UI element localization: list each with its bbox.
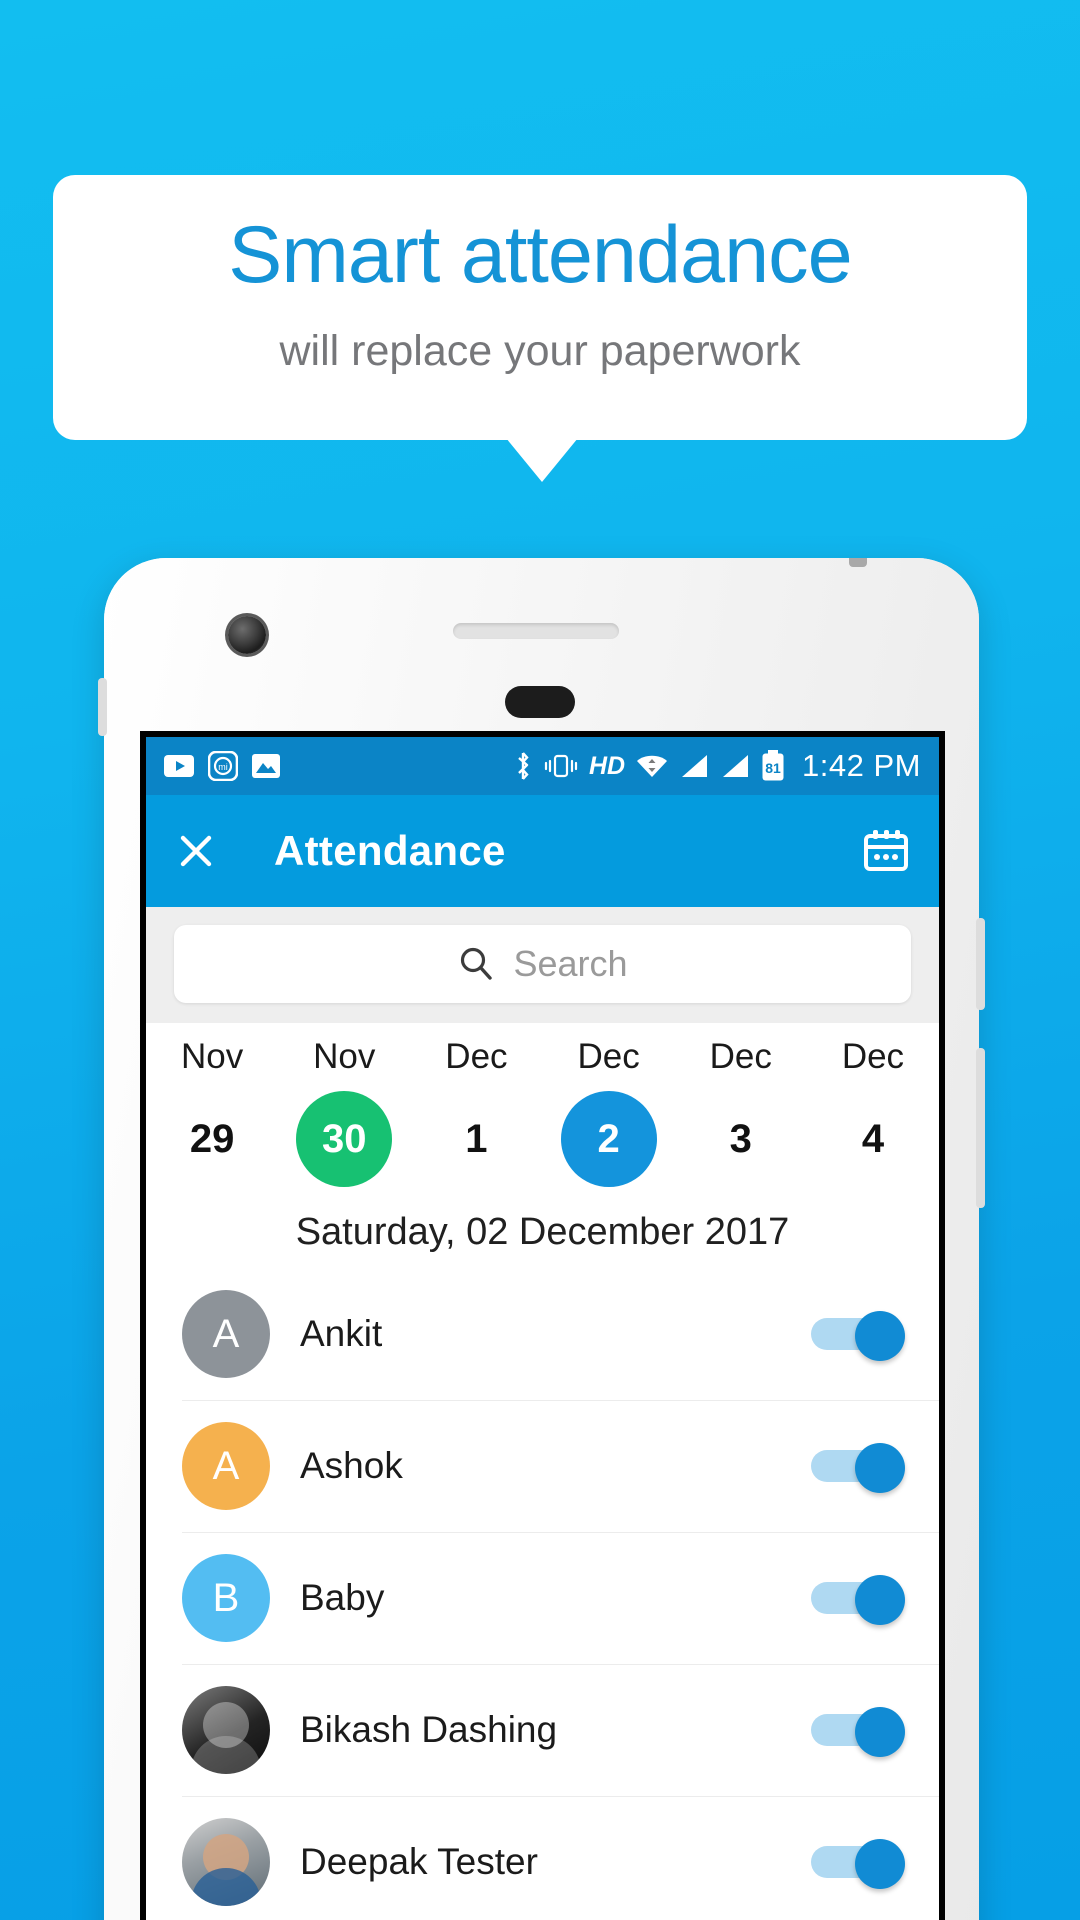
date-day-number: 29 bbox=[189, 1116, 235, 1161]
search-placeholder: Search bbox=[513, 943, 628, 984]
bluetooth-icon bbox=[513, 751, 533, 781]
date-cell-2[interactable]: Dec 1 bbox=[410, 1037, 542, 1187]
date-cell-4[interactable]: Dec 3 bbox=[675, 1037, 807, 1187]
promo-callout: Smart attendance will replace your paper… bbox=[53, 175, 1027, 440]
person-name: Ankit bbox=[300, 1313, 383, 1354]
earpiece-speaker bbox=[453, 623, 619, 639]
phone-screen: mi HD 81 1:42 PM Attendance Search Nov 2… bbox=[140, 731, 945, 1920]
status-bar-clock: 1:42 PM bbox=[802, 748, 921, 783]
date-cell-1[interactable]: Nov 30 bbox=[278, 1037, 410, 1187]
promo-callout-tail bbox=[506, 438, 578, 482]
date-month-label: Nov bbox=[180, 1037, 244, 1076]
date-month-label: Nov bbox=[313, 1037, 376, 1076]
promo-title: Smart attendance bbox=[228, 210, 852, 300]
battery-level: 81 bbox=[765, 760, 781, 776]
sensor-dot bbox=[849, 558, 867, 567]
avatar: A bbox=[182, 1290, 270, 1378]
date-month-label: Dec bbox=[841, 1037, 905, 1076]
promo-screenshot: Smart attendance will replace your paper… bbox=[0, 0, 1080, 1920]
svg-text:mi: mi bbox=[218, 762, 228, 772]
vibrate-icon bbox=[544, 753, 578, 779]
signal-2-icon bbox=[720, 753, 750, 779]
avatar-photo bbox=[182, 1686, 270, 1774]
list-item[interactable]: A Ashok bbox=[146, 1400, 939, 1532]
hd-icon: HD bbox=[588, 751, 626, 780]
date-day-number: 1 bbox=[465, 1116, 488, 1161]
front-camera-icon bbox=[228, 616, 266, 654]
attendance-list: A Ankit A Ashok B Baby Bikash Dashing De… bbox=[146, 1268, 939, 1920]
avatar: A bbox=[182, 1422, 270, 1510]
date-day-number: 4 bbox=[861, 1116, 885, 1161]
date-day-number-today: 30 bbox=[296, 1091, 393, 1187]
attendance-toggle[interactable] bbox=[811, 1311, 905, 1361]
avatar-photo bbox=[182, 1818, 270, 1906]
date-day-number-selected: 2 bbox=[560, 1091, 657, 1187]
battery-icon: 81 bbox=[761, 750, 785, 782]
left-side-button[interactable] bbox=[98, 678, 107, 736]
toggle-knob bbox=[855, 1311, 905, 1361]
attendance-toggle[interactable] bbox=[811, 1575, 905, 1625]
date-month-label: Dec bbox=[709, 1037, 772, 1076]
mi-cloud-icon: mi bbox=[208, 751, 238, 781]
calendar-icon[interactable] bbox=[861, 826, 911, 876]
person-name: Ashok bbox=[300, 1445, 403, 1486]
gallery-icon bbox=[252, 754, 280, 778]
status-bar: mi HD 81 1:42 PM bbox=[146, 737, 939, 795]
app-bar: Attendance bbox=[146, 795, 939, 907]
power-button[interactable] bbox=[976, 918, 985, 1010]
avatar-initial: A bbox=[212, 1443, 240, 1488]
person-name: Bikash Dashing bbox=[300, 1709, 558, 1750]
avatar-initial: A bbox=[212, 1311, 240, 1356]
date-cell-3[interactable]: Dec 2 bbox=[543, 1037, 675, 1187]
attendance-toggle[interactable] bbox=[811, 1707, 905, 1757]
toggle-knob bbox=[855, 1707, 905, 1757]
date-cell-5[interactable]: Dec 4 bbox=[807, 1037, 939, 1187]
toggle-knob bbox=[855, 1839, 905, 1889]
page-title: Attendance bbox=[274, 827, 506, 874]
youtube-icon bbox=[164, 755, 194, 777]
list-item[interactable]: A Ankit bbox=[146, 1268, 939, 1400]
avatar-body bbox=[191, 1868, 261, 1906]
date-cell-0[interactable]: Nov 29 bbox=[146, 1037, 278, 1187]
search-input[interactable]: Search bbox=[174, 925, 911, 1003]
search-bar-container: Search bbox=[146, 907, 939, 1023]
date-strip: Nov 29 Nov 30 Dec 1 Dec 2 Dec 3 Dec 4 bbox=[146, 1023, 939, 1193]
promo-subtitle: will replace your paperwork bbox=[279, 327, 801, 375]
toggle-knob bbox=[855, 1575, 905, 1625]
wifi-icon bbox=[636, 753, 668, 779]
search-icon bbox=[457, 945, 495, 983]
home-button[interactable] bbox=[505, 686, 575, 718]
selected-date-label: Saturday, 02 December 2017 bbox=[146, 1193, 939, 1268]
date-month-label: Dec bbox=[445, 1037, 508, 1076]
person-name: Baby bbox=[300, 1577, 385, 1618]
date-day-number: 3 bbox=[729, 1116, 752, 1161]
attendance-toggle[interactable] bbox=[811, 1839, 905, 1889]
person-name: Deepak Tester bbox=[300, 1841, 538, 1882]
date-month-label: Dec bbox=[577, 1037, 640, 1076]
list-item[interactable]: B Baby bbox=[146, 1532, 939, 1664]
list-item[interactable]: Deepak Tester bbox=[146, 1796, 939, 1920]
close-icon[interactable] bbox=[174, 829, 218, 873]
attendance-toggle[interactable] bbox=[811, 1443, 905, 1493]
toggle-knob bbox=[855, 1443, 905, 1493]
signal-1-icon bbox=[679, 753, 709, 779]
list-item[interactable]: Bikash Dashing bbox=[146, 1664, 939, 1796]
avatar-initial: B bbox=[212, 1575, 240, 1620]
avatar-body bbox=[191, 1736, 261, 1774]
avatar: B bbox=[182, 1554, 270, 1642]
volume-button[interactable] bbox=[976, 1048, 985, 1208]
